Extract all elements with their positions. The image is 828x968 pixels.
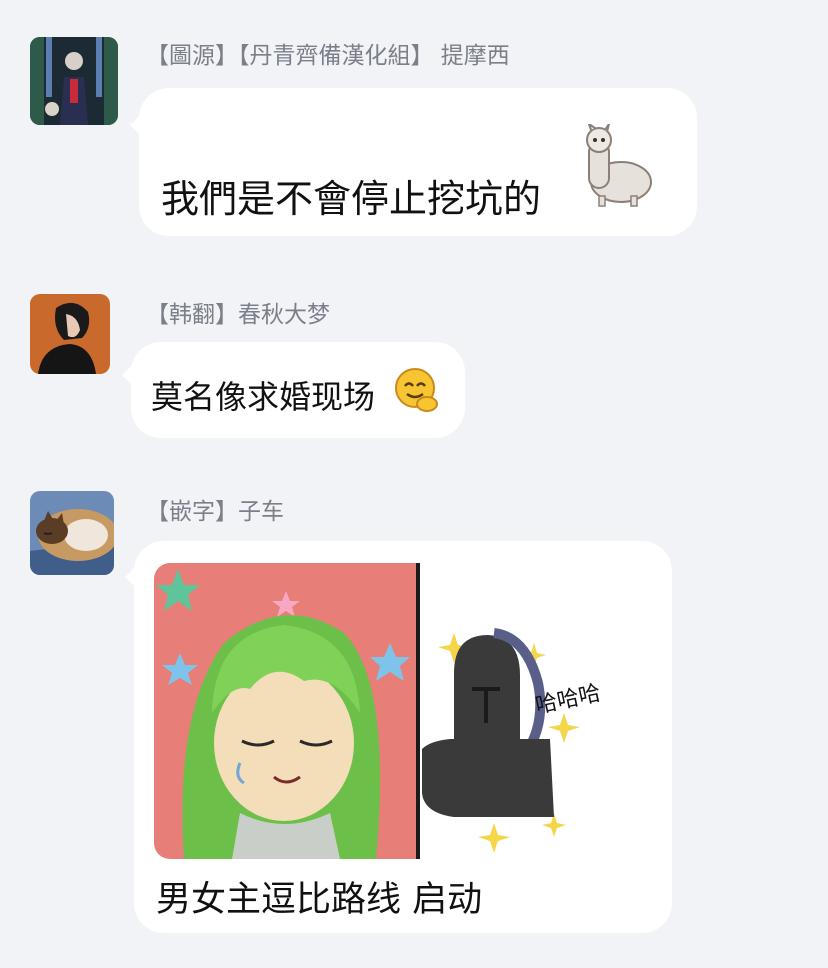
message-text: 我們是不會停止挖坑的	[161, 177, 542, 221]
message-bubble[interactable]: 哈哈哈 男女主逗比路线 启动	[134, 541, 672, 933]
message-text: 莫名像求婚现场	[151, 378, 376, 416]
sender-name: 【韩翻】春秋大梦	[146, 302, 330, 328]
sender-name: 【圖源】【丹青齊備漢化組】 提摩西	[146, 43, 510, 69]
avatar[interactable]	[30, 491, 114, 575]
sender-name: 【嵌字】子车	[146, 499, 284, 525]
message-text: 男女主逗比路线 启动	[156, 880, 483, 920]
avatar[interactable]	[30, 37, 118, 125]
message-bubble[interactable]: 我們是不會停止挖坑的	[139, 88, 697, 236]
message-bubble[interactable]: 莫名像求婚现场	[131, 342, 465, 438]
giggle-emoji-icon	[393, 366, 441, 414]
avatar[interactable]	[30, 294, 110, 374]
alpaca-sticker-icon	[579, 121, 657, 208]
comic-image[interactable]: 哈哈哈	[154, 563, 634, 859]
